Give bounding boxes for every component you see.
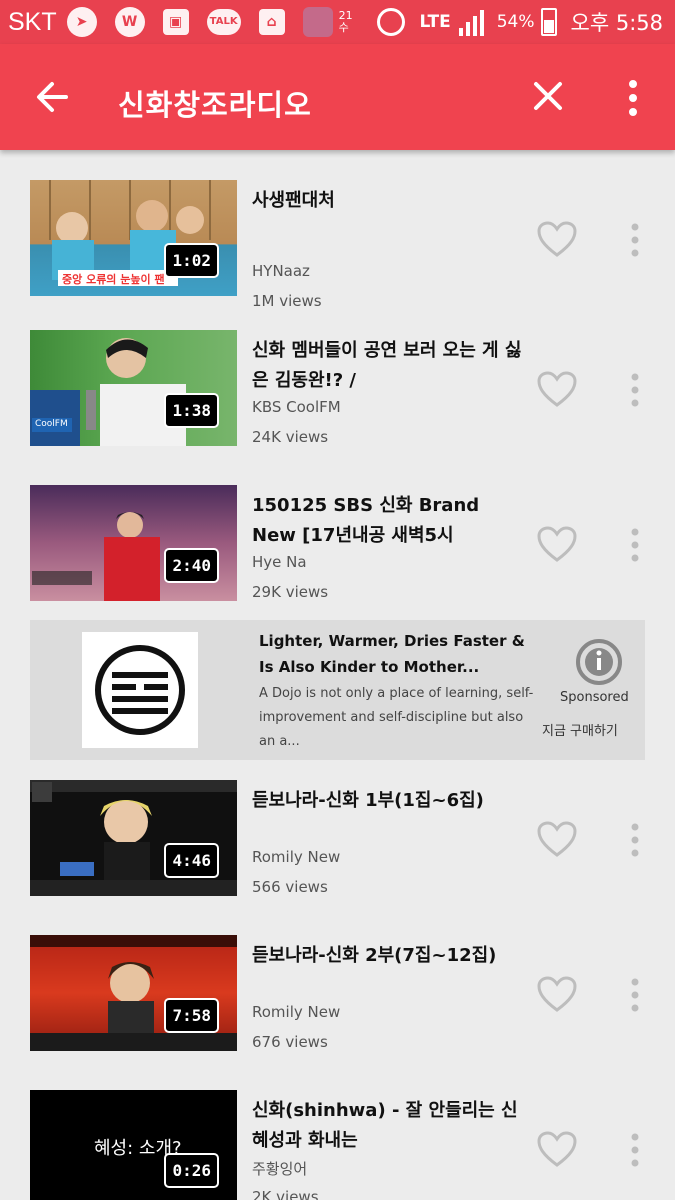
heart-icon[interactable] [536, 1130, 578, 1168]
video-item[interactable]: 혜성: 소개? 0:26 신화(shinhwa) - 잘 안들리는 신혜성과 화… [0, 1090, 675, 1200]
sponsored-label: Sponsored [560, 690, 629, 705]
duration-badge: 0:26 [164, 1153, 219, 1188]
clock: 오후 5:58 [570, 11, 663, 35]
channel-name: Romily New [252, 1003, 341, 1021]
telegram-icon: ➤ [66, 7, 97, 37]
search-query-title[interactable]: 신화창조라디오 [118, 82, 312, 124]
alarm-icon [377, 8, 406, 36]
channel-name: KBS CoolFM [252, 398, 341, 416]
view-count: 676 views [252, 1033, 328, 1051]
video-item[interactable]: 4:46 듣보나라-신화 1부(1집~6집) Romily New 566 vi… [0, 780, 675, 900]
ad-description: A Dojo is not only a place of learning, … [259, 686, 534, 749]
buy-now-link[interactable]: 지금 구매하기 [542, 720, 618, 739]
duration-badge: 1:38 [164, 393, 219, 428]
status-bar: SKT ➤ W ▣ TALK ⌂ 21 수 LTE 54% 오후 5:58 [0, 0, 675, 44]
video-thumbnail[interactable]: 중앙 오류의 눈높이 팬 1:02 [30, 180, 237, 296]
more-vert-icon[interactable] [626, 222, 644, 258]
heart-icon[interactable] [536, 975, 578, 1013]
view-count: 2K views [252, 1188, 319, 1200]
channel-name: Hye Na [252, 553, 307, 571]
w-app-icon: W [114, 7, 145, 37]
heart-icon[interactable] [536, 820, 578, 858]
video-thumbnail[interactable]: 4:46 [30, 780, 237, 896]
heart-icon[interactable] [536, 370, 578, 408]
video-item[interactable]: 중앙 오류의 눈높이 팬 1:02 사생팬대처 HYNaaz 1M views [0, 180, 675, 310]
thumbnail-image [32, 512, 160, 601]
close-icon[interactable] [526, 74, 570, 118]
duration-badge: 2:40 [164, 548, 219, 583]
video-thumbnail[interactable]: 7:58 [30, 935, 237, 1051]
home-icon: ⌂ [258, 9, 285, 35]
video-thumbnail[interactable]: 혜성: 소개? 0:26 [30, 1090, 237, 1200]
channel-name: 주황잉어 [252, 1160, 308, 1178]
notification-avatar-icon [302, 7, 333, 37]
more-vert-icon[interactable] [626, 527, 644, 563]
video-thumbnail[interactable]: 2:40 [30, 485, 237, 601]
video-title[interactable]: 150125 SBS 신화 Brand New [17년내공 새벽5시 [252, 491, 522, 551]
notification-count: 21 수 [338, 9, 353, 34]
video-title[interactable]: 듣보나라-신화 2부(7집~12집) [252, 941, 522, 971]
video-title[interactable]: 신화(shinhwa) - 잘 안들리는 신혜성과 화내는 [252, 1096, 522, 1156]
carrier-label: SKT [8, 7, 57, 36]
thumbnail-image [30, 935, 237, 1051]
sponsored-ad[interactable]: Lighter, Warmer, Dries Faster & Is Also … [30, 620, 645, 760]
video-title[interactable]: 신화 멤버들이 공연 보러 오는 게 싫은 김동완!? / [252, 336, 522, 396]
video-title[interactable]: 듣보나라-신화 1부(1집~6집) [252, 786, 522, 816]
duration-badge: 4:46 [164, 843, 219, 878]
view-count: 29K views [252, 583, 329, 601]
network-type: LTE [419, 12, 451, 32]
thumbnail-caption: 중앙 오류의 눈높이 팬 [62, 273, 165, 286]
video-item[interactable]: 7:58 듣보나라-신화 2부(7집~12집) Romily New 676 v… [0, 935, 675, 1055]
battery-icon [540, 8, 557, 36]
kakaotalk-icon: TALK [206, 9, 241, 35]
channel-name: Romily New [252, 848, 341, 866]
dojo-logo-icon [95, 645, 185, 735]
view-count: 1M views [252, 292, 322, 310]
more-vert-icon[interactable] [626, 372, 644, 408]
duration-badge: 1:02 [164, 243, 219, 278]
duration-badge: 7:58 [164, 998, 219, 1033]
ad-title[interactable]: Lighter, Warmer, Dries Faster & Is Also … [259, 628, 539, 680]
video-title[interactable]: 사생팬대처 [252, 186, 522, 216]
view-count: 566 views [252, 878, 328, 896]
more-vert-icon[interactable] [626, 977, 644, 1013]
image-icon: ▣ [162, 9, 189, 35]
more-vert-icon[interactable] [618, 74, 648, 122]
signal-icon [458, 10, 484, 36]
more-vert-icon[interactable] [626, 1132, 644, 1168]
more-vert-icon[interactable] [626, 822, 644, 858]
heart-icon[interactable] [536, 220, 578, 258]
thumbnail-caption: CoolFM [35, 419, 68, 429]
thumbnail-image [30, 780, 237, 896]
heart-icon[interactable] [536, 525, 578, 563]
ad-logo [82, 632, 198, 748]
battery-percent: 54% [496, 12, 535, 32]
channel-name: HYNaaz [252, 262, 310, 280]
info-icon[interactable] [575, 638, 623, 686]
video-item[interactable]: 2:40 150125 SBS 신화 Brand New [17년내공 새벽5시… [0, 485, 675, 605]
view-count: 24K views [252, 428, 329, 446]
video-item[interactable]: CoolFM 1:38 신화 멤버들이 공연 보러 오는 게 싫은 김동완!? … [0, 330, 675, 450]
arrow-left-icon[interactable] [30, 74, 76, 120]
video-thumbnail[interactable]: CoolFM 1:38 [30, 330, 237, 446]
app-bar: 신화창조라디오 [0, 44, 675, 150]
